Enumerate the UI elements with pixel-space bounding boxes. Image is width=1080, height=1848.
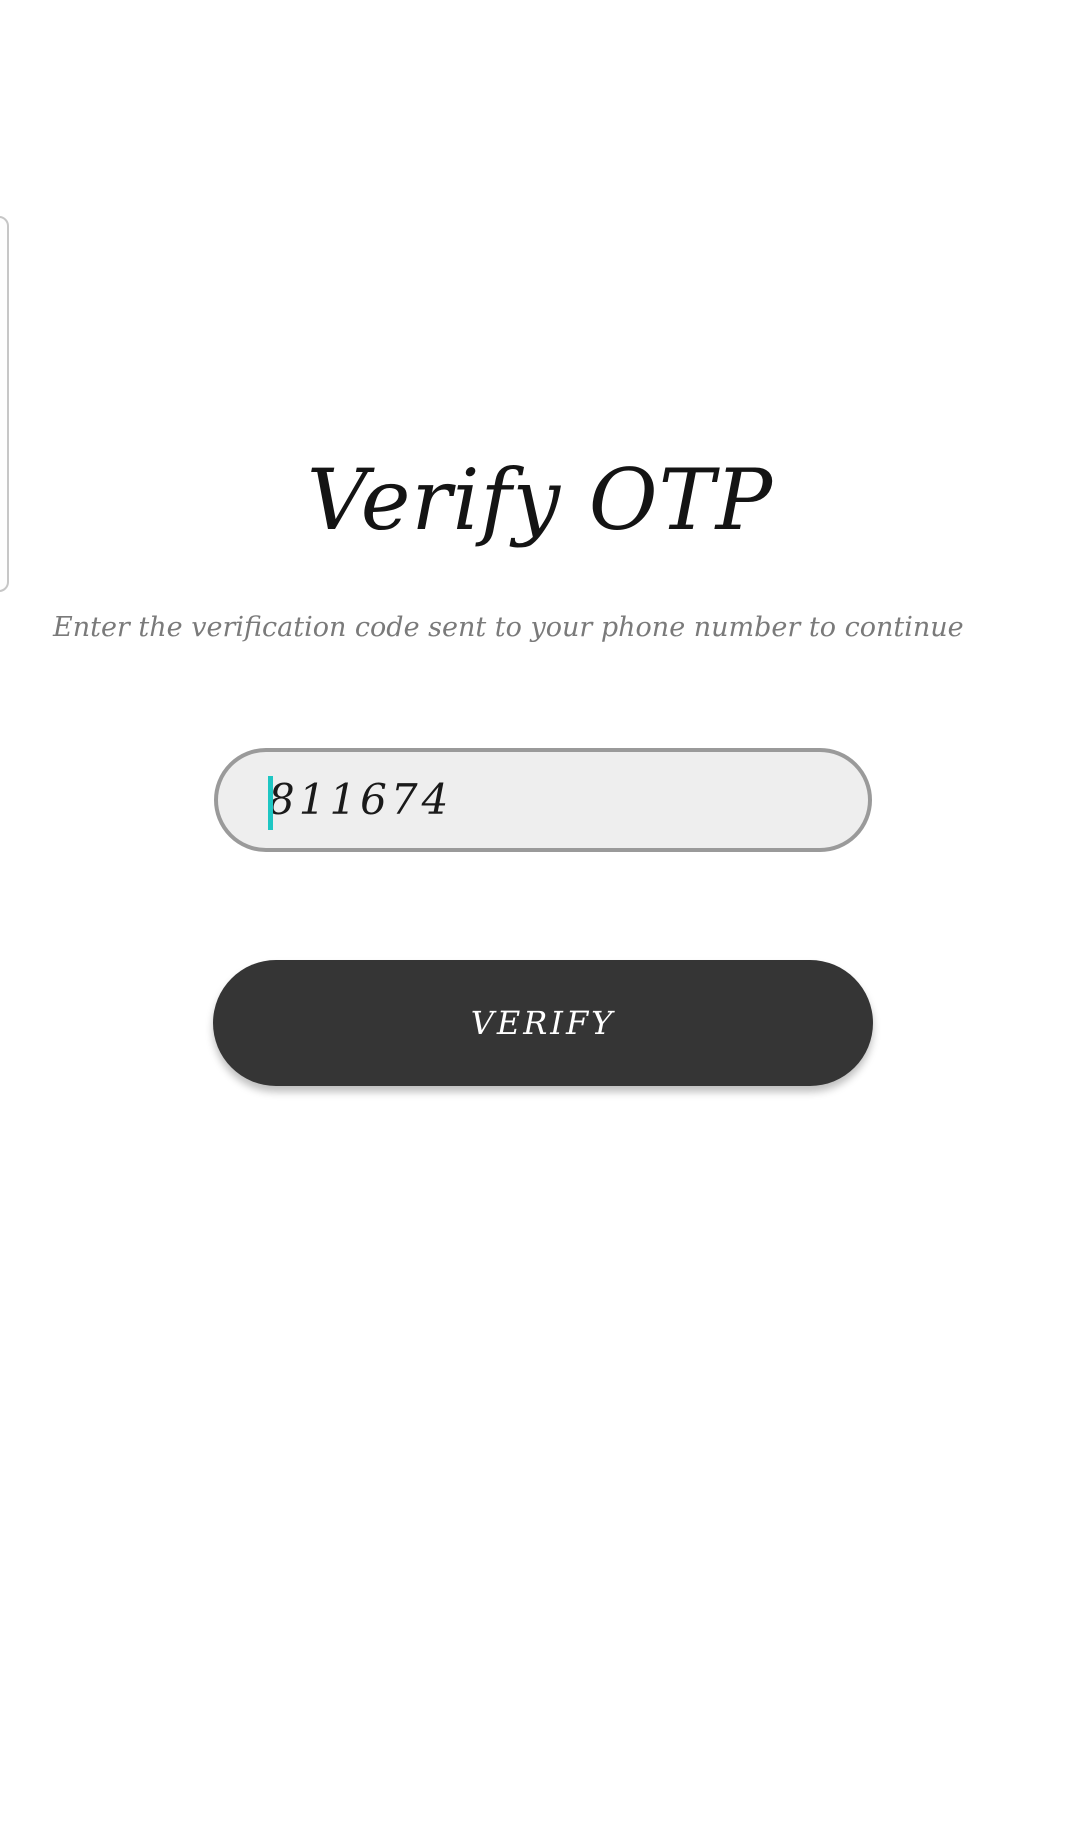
text-cursor xyxy=(268,776,273,830)
page-title: Verify OTP xyxy=(306,451,774,549)
otp-input-value: 811674 xyxy=(268,775,453,824)
verify-button[interactable]: VERIFY xyxy=(213,960,873,1086)
page-subtitle: Enter the verification code sent to your… xyxy=(53,612,964,643)
verify-button-label: VERIFY xyxy=(470,1004,616,1042)
otp-input[interactable]: 811674 xyxy=(214,748,872,852)
